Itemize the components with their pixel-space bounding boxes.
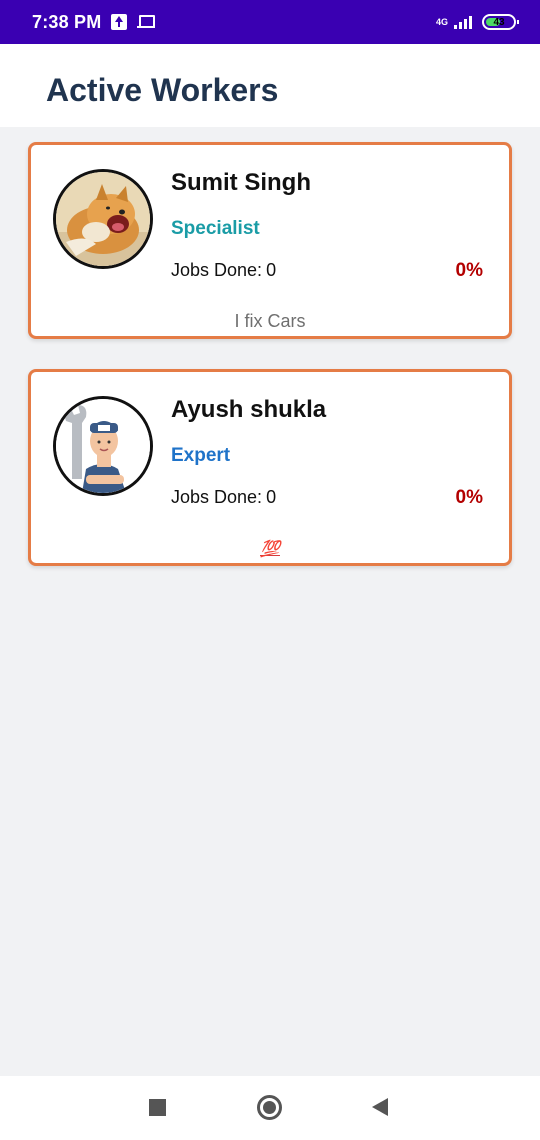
worker-name: Ayush shukla (171, 396, 327, 423)
laptop-icon (137, 15, 156, 29)
success-rate: 0% (455, 487, 483, 508)
dog-avatar-icon (56, 172, 150, 266)
page-title: Active Workers (46, 72, 279, 108)
status-time: 7:38 PM (32, 11, 102, 32)
worker-card[interactable]: Ayush shukla Expert Jobs Done: 0 0% 💯 (28, 369, 512, 566)
jobs-done: Jobs Done: 0 (171, 260, 276, 281)
app-header: Active Workers (0, 44, 540, 127)
avatar (53, 169, 153, 269)
mechanic-avatar-icon (56, 399, 150, 493)
jobs-done-count: 0 (266, 260, 277, 280)
worker-bio: I fix Cars (234, 311, 306, 331)
battery-level: 43 (493, 16, 505, 28)
avatar (53, 396, 153, 496)
signal-icon (454, 15, 472, 29)
battery-icon: 43 (482, 14, 519, 30)
jobs-done-label: Jobs Done: (171, 487, 263, 507)
worker-rank: Specialist (171, 218, 260, 239)
navigation-bar (0, 1076, 540, 1140)
worker-rank: Expert (171, 445, 231, 466)
worker-bio: 💯 (31, 538, 509, 559)
worker-name: Sumit Singh (171, 169, 311, 196)
back-icon[interactable] (372, 1098, 388, 1116)
hundred-points-emoji: 💯 (260, 541, 280, 558)
status-left: 7:38 PM (32, 11, 156, 33)
jobs-done-count: 0 (266, 487, 277, 507)
network-type: 4G (435, 17, 448, 27)
home-icon[interactable] (257, 1095, 282, 1120)
jobs-done-label: Jobs Done: (171, 260, 263, 280)
worker-card[interactable]: Sumit Singh Specialist Jobs Done: 0 0% I … (28, 142, 512, 339)
jobs-done: Jobs Done: 0 (171, 487, 276, 508)
upload-icon (111, 14, 128, 30)
status-bar: 7:38 PM 4G 43 (0, 0, 540, 44)
recent-apps-icon[interactable] (149, 1099, 166, 1116)
success-rate: 0% (455, 260, 483, 281)
status-right: 4G 43 (435, 14, 519, 30)
